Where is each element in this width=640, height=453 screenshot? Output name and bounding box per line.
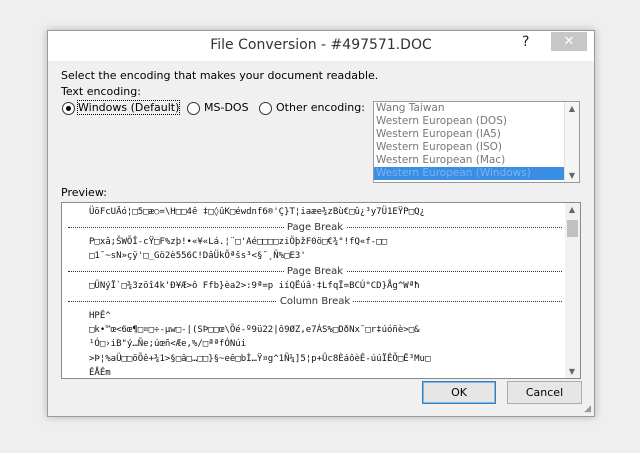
title-bar: File Conversion - #497571.DOC ? ✕ xyxy=(48,31,594,61)
radio-label-ms-dos[interactable]: MS-DOS xyxy=(204,101,249,114)
radio-windows-default[interactable] xyxy=(62,102,75,115)
encoding-list[interactable]: Wang Taiwan Western European (DOS) Weste… xyxy=(373,101,580,183)
encoding-item[interactable]: Western European (ISO) xyxy=(374,141,579,154)
preview-scrollbar[interactable]: ▲ ▼ xyxy=(565,203,580,378)
radio-label-windows-default[interactable]: Windows (Default) xyxy=(76,100,181,115)
preview-line: □1¯~sN»çÿ'□_Gö2è556C!DâÜkÕªšs³<§¯¸Ñ%□E3' xyxy=(89,251,306,261)
encoding-item[interactable]: Western European (DOS) xyxy=(374,115,579,128)
preview-line: □k•™œ<6œ¶□¤□÷-µw□-|(SÞ□□œ\Õé-º9ü22|ô9ØZ,… xyxy=(89,325,420,335)
page-break: Page Break xyxy=(68,266,562,277)
preview-line: □ÜNýÏ`□¾3zöî4k'Ð¥Æ>ô Ffb}èa2>:9ª=p iíQËú… xyxy=(89,281,420,291)
radio-other-encoding[interactable] xyxy=(259,102,272,115)
preview-line: P□xâ;ŠWÕÎ-cŸ□F%zþ!•«¥«Lá.¦¨□'Aé□□□□ziÖþž… xyxy=(89,237,388,247)
text-encoding-label: Text encoding: xyxy=(61,85,141,98)
scroll-down-icon[interactable]: ▼ xyxy=(565,367,579,376)
column-break: Column Break xyxy=(68,296,562,307)
scroll-up-icon[interactable]: ▲ xyxy=(565,205,579,214)
preview-line: ¹Ó□›iB"ý…Ñe;úœñ<Æe,%/□ªªfÓNúi xyxy=(89,339,247,349)
encoding-list-scrollbar[interactable]: ▲ ▼ xyxy=(564,102,579,182)
close-button[interactable]: ✕ xyxy=(551,32,587,51)
page-break: Page Break xyxy=(68,222,562,233)
encoding-item[interactable]: Western European (IA5) xyxy=(374,128,579,141)
page-break-label: Page Break xyxy=(283,222,347,233)
ok-button[interactable]: OK xyxy=(422,381,496,404)
resize-grip-icon[interactable]: ◢ xyxy=(584,404,591,414)
preview-line: >Þ¦%aÜ□□öÕê+¾1>§□â□…□□}§~eê□bÌ…Ÿ¤g^1Ñ¼]5… xyxy=(89,354,431,364)
scroll-up-icon[interactable]: ▲ xyxy=(565,104,579,113)
instruction-text: Select the encoding that makes your docu… xyxy=(61,69,379,82)
file-conversion-dialog: File Conversion - #497571.DOC ? ✕ Select… xyxy=(47,30,595,417)
page-break-label: Page Break xyxy=(283,266,347,277)
encoding-item[interactable]: Western European (Mac) xyxy=(374,154,579,167)
help-button[interactable]: ? xyxy=(522,34,529,50)
scroll-thumb[interactable] xyxy=(567,220,578,237)
cancel-button[interactable]: Cancel xyxy=(507,381,582,404)
radio-label-other-encoding[interactable]: Other encoding: xyxy=(276,101,365,114)
preview-line: ÊÅÊm xyxy=(89,368,111,378)
column-break-label: Column Break xyxy=(276,296,354,307)
scroll-down-icon[interactable]: ▼ xyxy=(565,171,579,180)
preview-line: HPÊ^ xyxy=(89,311,111,321)
dialog-title: File Conversion - #497571.DOC xyxy=(210,37,432,53)
preview-line: ÜöFcUÄó¦□5□æ○=\H□□4ê ‡□◊ûK□éwdnf6®'Ç}T¦i… xyxy=(89,207,425,217)
preview-pane[interactable]: ÜöFcUÄó¦□5□æ○=\H□□4ê ‡□◊ûK□éwdnf6®'Ç}T¦i… xyxy=(61,202,581,379)
radio-ms-dos[interactable] xyxy=(187,102,200,115)
preview-label: Preview: xyxy=(61,186,107,199)
encoding-item-selected[interactable]: Western European (Windows) xyxy=(374,167,579,180)
encoding-item[interactable]: Wang Taiwan xyxy=(374,102,579,115)
